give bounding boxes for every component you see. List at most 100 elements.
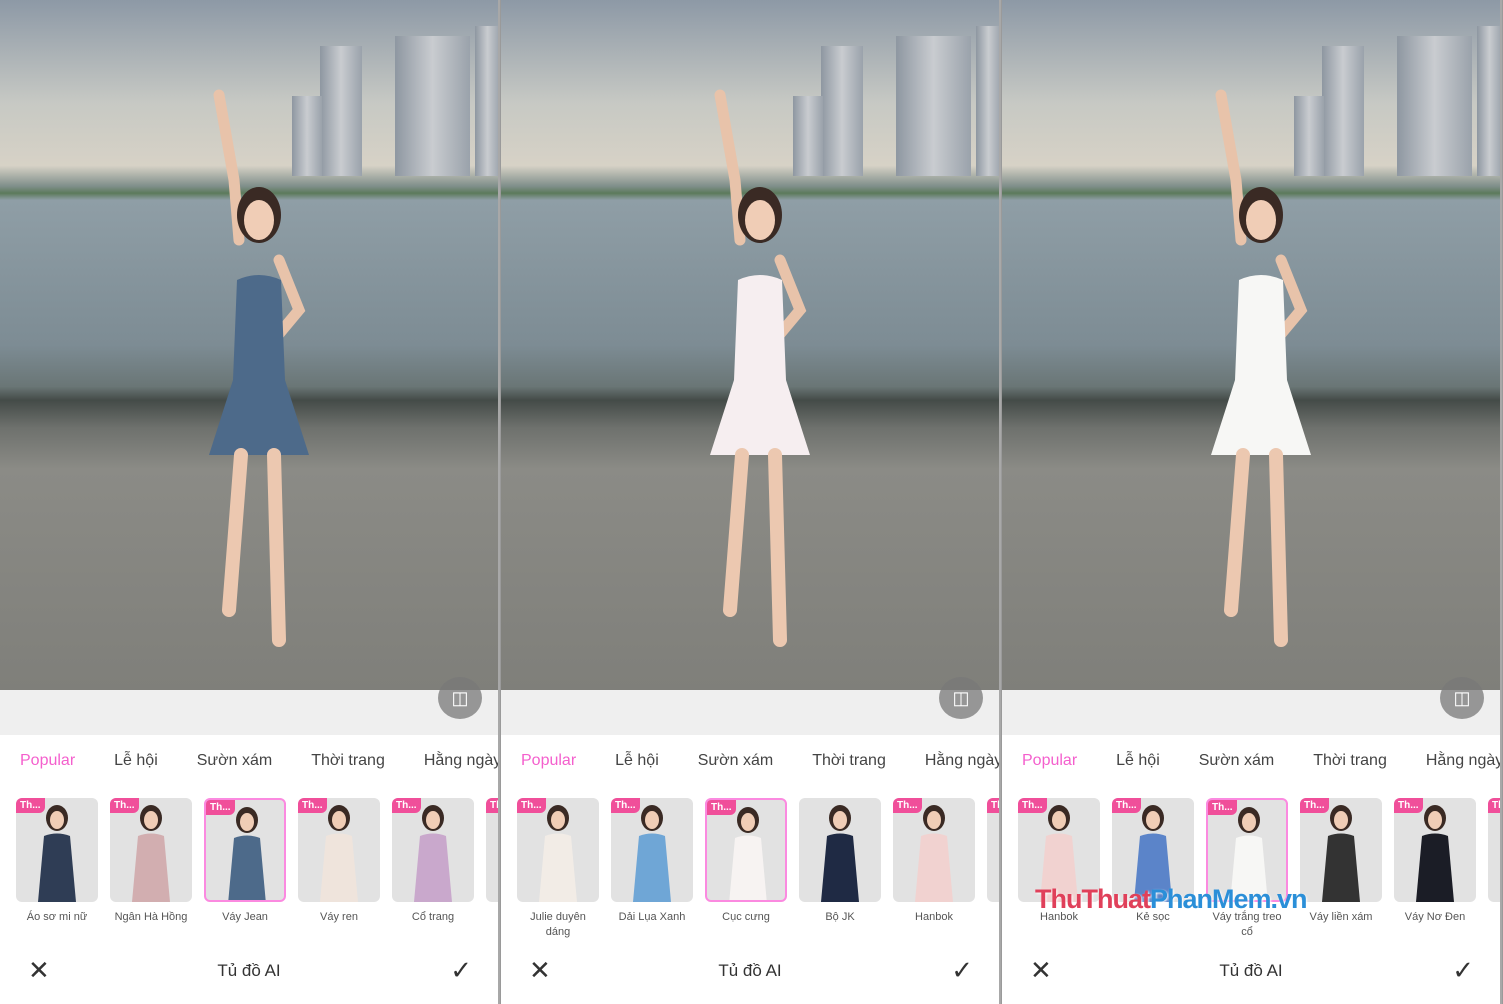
screen-title: Tủ đồ AI: [217, 961, 281, 980]
outfit-item[interactable]: Th... Vá: [1488, 798, 1500, 940]
toolbar-band: [1002, 690, 1500, 735]
outfit-item[interactable]: Th... Julie duyên dáng: [517, 798, 599, 940]
outfit-thumbnail: Th...: [298, 798, 380, 902]
bottom-bar: ✕ Tủ đồ AI ✓: [501, 955, 999, 987]
outfit-badge: Th...: [110, 798, 139, 813]
tab-category[interactable]: Sườn xám: [1199, 752, 1274, 770]
outfit-thumbnail: Th...: [987, 798, 999, 902]
outfit-label: Hanbok: [915, 911, 953, 923]
outfit-item[interactable]: Th... Dải Lụa Xanh: [611, 798, 693, 940]
outfit-item[interactable]: Th... Cục cưng: [705, 798, 787, 940]
outfit-label: Áo sơ mi nữ: [26, 911, 88, 923]
preview-photo: [501, 0, 999, 690]
outfit-badge: Th...: [707, 800, 736, 815]
compare-button[interactable]: ◫: [939, 677, 983, 719]
person-figure: [1211, 89, 1311, 647]
outfit-thumbnail: Th...: [1300, 798, 1382, 902]
outfit-item[interactable]: Th... Kẻ sọc: [1112, 798, 1194, 940]
category-tabs: Popular Lễ hội Sườn xám Thời trang Hằng ngày: [1022, 752, 1500, 770]
tab-category[interactable]: Popular: [1022, 752, 1077, 770]
toolbar-band: [501, 690, 999, 735]
outfit-item[interactable]: Th... Váy Nơ Đen: [1394, 798, 1476, 940]
outfit-label: Vá: [1488, 910, 1500, 925]
outfit-badge: Th...: [1488, 798, 1500, 813]
outfit-list: Th... Julie duyên dáng Th... Dải Lụa Xan…: [517, 798, 999, 940]
outfit-item[interactable]: Th...: [486, 798, 498, 925]
tab-category[interactable]: Lễ hội: [1116, 752, 1160, 770]
tab-category[interactable]: Thời trang: [1313, 752, 1387, 770]
tab-category[interactable]: Hằng ngày: [1426, 752, 1500, 770]
outfit-label: Váy Jean: [222, 911, 268, 923]
tab-category[interactable]: Thời trang: [311, 752, 385, 770]
outfit-badge: Th...: [392, 798, 421, 813]
tab-category[interactable]: Sườn xám: [197, 752, 272, 770]
outfit-badge: Th...: [16, 798, 45, 813]
outfit-item[interactable]: Th... Váy Jean: [204, 798, 286, 925]
outfit-item[interactable]: Th... Hanbok: [893, 798, 975, 940]
screen-title: Tủ đồ AI: [1219, 961, 1283, 980]
outfit-item[interactable]: Bộ JK: [799, 798, 881, 940]
compare-button[interactable]: ◫: [438, 677, 482, 719]
outfit-item[interactable]: Th... Váy liền xám: [1300, 798, 1382, 940]
tab-category[interactable]: Lễ hội: [615, 752, 659, 770]
outfit-label: Váy Nơ Đen: [1404, 911, 1466, 923]
outfit-label: Julie duyên dáng: [530, 911, 586, 938]
watermark: ThuThuatPhanMem.vn: [1035, 884, 1308, 914]
outfit-thumbnail: Th...: [110, 798, 192, 902]
check-icon[interactable]: ✓: [450, 955, 472, 986]
outfit-label: Váy liền xám: [1309, 911, 1373, 923]
phone-screen: ◫ Popular Lễ hội Sườn xám Thời trang Hằng ng…: [501, 0, 1001, 1004]
outfit-thumbnail: Th...: [1394, 798, 1476, 902]
outfit-item[interactable]: Th...: [987, 798, 999, 940]
screen-title: Tủ đồ AI: [718, 961, 782, 980]
category-tabs: Popular Lễ hội Sườn xám Thời trang Hằng ngày: [521, 752, 999, 770]
check-icon[interactable]: ✓: [1452, 955, 1474, 986]
outfit-badge: Th...: [517, 798, 546, 813]
outfit-thumbnail: [799, 798, 881, 902]
tab-category[interactable]: Hằng ngày: [925, 752, 999, 770]
outfit-item[interactable]: Th... Ngân Hà Hồng: [110, 798, 192, 925]
outfit-item[interactable]: Th... Váy ren: [298, 798, 380, 925]
outfit-badge: Th...: [1394, 798, 1423, 813]
tab-category[interactable]: Lễ hội: [114, 752, 158, 770]
tab-category[interactable]: Popular: [521, 752, 576, 770]
outfit-badge: Th...: [1208, 800, 1237, 815]
outfit-badge: Th...: [206, 800, 235, 815]
person-figure: [710, 89, 810, 647]
outfit-badge: Th...: [987, 798, 999, 813]
phone-screen: ◫ Popular Lễ hội Sườn xám Thời trang Hằng ng…: [1002, 0, 1502, 1004]
outfit-thumbnail: Th...: [486, 798, 498, 902]
tab-category[interactable]: Hằng ngày: [424, 752, 498, 770]
outfit-label: Dải Lụa Xanh: [618, 911, 686, 923]
compare-button[interactable]: ◫: [1440, 677, 1484, 719]
outfit-label: Cục cưng: [722, 911, 770, 923]
outfit-thumbnail: Th...: [392, 798, 474, 902]
outfit-badge: Th...: [486, 798, 498, 813]
outfit-badge: Th...: [893, 798, 922, 813]
outfit-thumbnail: Th...: [517, 798, 599, 902]
outfit-thumbnail: Th...: [204, 798, 286, 902]
phone-screen: ◫ Popular Lễ hội Sườn xám Thời trang Hằng ng…: [0, 0, 500, 1004]
check-icon[interactable]: ✓: [951, 955, 973, 986]
compare-icon: ◫: [952, 687, 970, 708]
toolbar-band: [0, 690, 498, 735]
outfit-item[interactable]: Th... Váy trắng treo cổ: [1206, 798, 1288, 940]
outfit-badge: Th...: [1112, 798, 1141, 813]
outfit-label: Cổ trang: [411, 911, 455, 923]
bottom-bar: ✕ Tủ đồ AI ✓: [0, 955, 498, 987]
outfit-badge: Th...: [1300, 798, 1329, 813]
outfit-item[interactable]: Th... Áo sơ mi nữ: [16, 798, 98, 925]
tab-category[interactable]: Sườn xám: [698, 752, 773, 770]
outfit-label: Bộ JK: [825, 911, 855, 923]
compare-icon: ◫: [1453, 687, 1471, 708]
outfit-item[interactable]: Th... Cổ trang: [392, 798, 474, 925]
tab-category[interactable]: Thời trang: [812, 752, 886, 770]
tab-category[interactable]: Popular: [20, 752, 75, 770]
outfit-list: Th... Hanbok Th... Kẻ sọc Th... Váy trắn…: [1018, 798, 1500, 940]
category-tabs: Popular Lễ hội Sườn xám Thời trang Hằng ngày: [20, 752, 498, 770]
preview-photo: [1002, 0, 1500, 690]
person-figure: [209, 89, 309, 647]
outfit-item[interactable]: Th... Hanbok: [1018, 798, 1100, 940]
outfit-list: Th... Áo sơ mi nữ Th... Ngân Hà Hồng Th.…: [16, 798, 498, 925]
outfit-thumbnail: Th...: [611, 798, 693, 902]
